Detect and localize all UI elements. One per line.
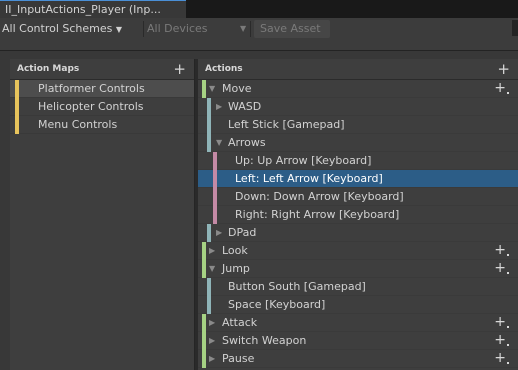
binding-row[interactable]: Down: Down Arrow [Keyboard] — [198, 188, 518, 206]
add-action-map-icon[interactable]: + — [173, 60, 186, 78]
action-row[interactable]: ▶ Look + — [198, 242, 518, 260]
add-binding-icon[interactable]: + — [494, 349, 509, 367]
row-color-stripe — [213, 152, 217, 170]
binding-row[interactable]: Space [Keyboard] — [198, 296, 518, 314]
action-label: Switch Weapon — [222, 334, 307, 347]
add-binding-icon[interactable]: + — [494, 79, 509, 97]
row-color-stripe — [202, 242, 206, 260]
chevron-down-icon[interactable]: ▼ — [240, 20, 246, 38]
action-row[interactable]: ▼ Jump + — [198, 260, 518, 278]
save-asset-button[interactable]: Save Asset — [254, 20, 330, 38]
toolbar-separator — [143, 21, 144, 37]
row-color-stripe — [202, 260, 206, 278]
row-color-stripe — [202, 350, 206, 368]
toolbar-separator — [250, 21, 251, 37]
row-color-stripe — [202, 332, 206, 350]
add-binding-icon[interactable]: + — [494, 331, 509, 349]
binding-row[interactable]: Button South [Gamepad] — [198, 278, 518, 296]
add-action-icon[interactable]: + — [497, 60, 510, 78]
action-map-label: Menu Controls — [38, 118, 118, 131]
row-color-stripe — [213, 170, 217, 188]
binding-label: Down: Down Arrow [Keyboard] — [235, 190, 404, 203]
composite-binding-row[interactable]: ▶ DPad — [198, 224, 518, 242]
row-color-stripe — [207, 134, 211, 152]
action-label: Attack — [222, 316, 258, 329]
action-map-item[interactable]: Platformer Controls — [10, 80, 194, 98]
devices-dropdown[interactable]: All Devices — [147, 20, 207, 38]
control-schemes-dropdown[interactable]: All Control Schemes ▼ — [2, 20, 122, 38]
action-label: Look — [222, 244, 248, 257]
action-map-color-stripe — [15, 98, 19, 116]
toolbar-search-field[interactable] — [512, 20, 518, 36]
binding-label: Space [Keyboard] — [228, 298, 326, 311]
triangle-right-icon[interactable]: ▶ — [216, 98, 222, 116]
actions-panel: Actions + ▼ Move + ▶ WASD Left Stick [Gamepad… — [198, 59, 518, 370]
triangle-right-icon[interactable]: ▶ — [209, 314, 215, 332]
binding-label: Button South [Gamepad] — [228, 280, 366, 293]
binding-label: Left Stick [Gamepad] — [228, 118, 345, 131]
composite-binding-row[interactable]: ▼ Arrows — [198, 134, 518, 152]
binding-row[interactable]: Left: Left Arrow [Keyboard] — [198, 170, 518, 188]
action-map-item[interactable]: Helicopter Controls — [10, 98, 194, 116]
action-label: Jump — [222, 262, 250, 275]
triangle-right-icon[interactable]: ▶ — [216, 224, 222, 242]
binding-row[interactable]: Right: Right Arrow [Keyboard] — [198, 206, 518, 224]
row-color-stripe — [202, 80, 206, 98]
add-binding-icon[interactable]: + — [494, 241, 509, 259]
action-maps-title: Action Maps — [17, 64, 80, 74]
binding-row[interactable]: Left Stick [Gamepad] — [198, 116, 518, 134]
action-maps-panel: Action Maps + Platformer Controls Helicop… — [10, 59, 195, 370]
toolbar: All Control Schemes ▼ All Devices ▼ Save… — [0, 18, 518, 51]
triangle-down-icon[interactable]: ▼ — [209, 80, 215, 98]
action-maps-list: Platformer Controls Helicopter Controls Me… — [10, 80, 194, 134]
composite-binding-row[interactable]: ▶ WASD — [198, 98, 518, 116]
row-color-stripe — [213, 188, 217, 206]
actions-header: Actions + — [198, 59, 518, 80]
chevron-down-icon: ▼ — [115, 25, 123, 34]
action-row[interactable]: ▶ Pause + — [198, 350, 518, 368]
action-map-color-stripe — [15, 80, 19, 98]
actions-title: Actions — [205, 64, 243, 74]
row-color-stripe — [207, 224, 211, 242]
action-label: Move — [222, 82, 252, 95]
action-map-color-stripe — [15, 116, 19, 134]
action-map-label: Helicopter Controls — [38, 100, 144, 113]
row-color-stripe — [213, 206, 217, 224]
row-color-stripe — [202, 314, 206, 332]
action-map-item[interactable]: Menu Controls — [10, 116, 194, 134]
add-binding-icon[interactable]: + — [494, 313, 509, 331]
action-row[interactable]: ▼ Move + — [198, 80, 518, 98]
actions-list: ▼ Move + ▶ WASD Left Stick [Gamepad] ▼ Arrows Up… — [198, 80, 518, 368]
row-color-stripe — [207, 278, 211, 296]
triangle-right-icon[interactable]: ▶ — [209, 242, 215, 260]
action-row[interactable]: ▶ Attack + — [198, 314, 518, 332]
triangle-right-icon[interactable]: ▶ — [209, 350, 215, 368]
window-tab[interactable]: II_InputActions_Player (Inp... — [0, 0, 186, 18]
action-maps-header: Action Maps + — [10, 59, 194, 80]
row-color-stripe — [207, 98, 211, 116]
control-schemes-label: All Control Schemes — [2, 22, 113, 35]
tab-bar: II_InputActions_Player (Inp... — [0, 0, 518, 18]
binding-label: Left: Left Arrow [Keyboard] — [235, 172, 383, 185]
binding-label: WASD — [228, 100, 262, 113]
row-color-stripe — [207, 296, 211, 314]
binding-label: Arrows — [228, 136, 266, 149]
binding-row[interactable]: Up: Up Arrow [Keyboard] — [198, 152, 518, 170]
triangle-down-icon[interactable]: ▼ — [209, 260, 215, 278]
binding-label: Up: Up Arrow [Keyboard] — [235, 154, 372, 167]
triangle-right-icon[interactable]: ▶ — [209, 332, 215, 350]
add-binding-icon[interactable]: + — [494, 259, 509, 277]
binding-label: Right: Right Arrow [Keyboard] — [235, 208, 400, 221]
action-label: Pause — [222, 352, 255, 365]
binding-label: DPad — [228, 226, 257, 239]
row-color-stripe — [207, 116, 211, 134]
triangle-down-icon[interactable]: ▼ — [216, 134, 222, 152]
action-map-label: Platformer Controls — [38, 82, 145, 95]
action-row[interactable]: ▶ Switch Weapon + — [198, 332, 518, 350]
